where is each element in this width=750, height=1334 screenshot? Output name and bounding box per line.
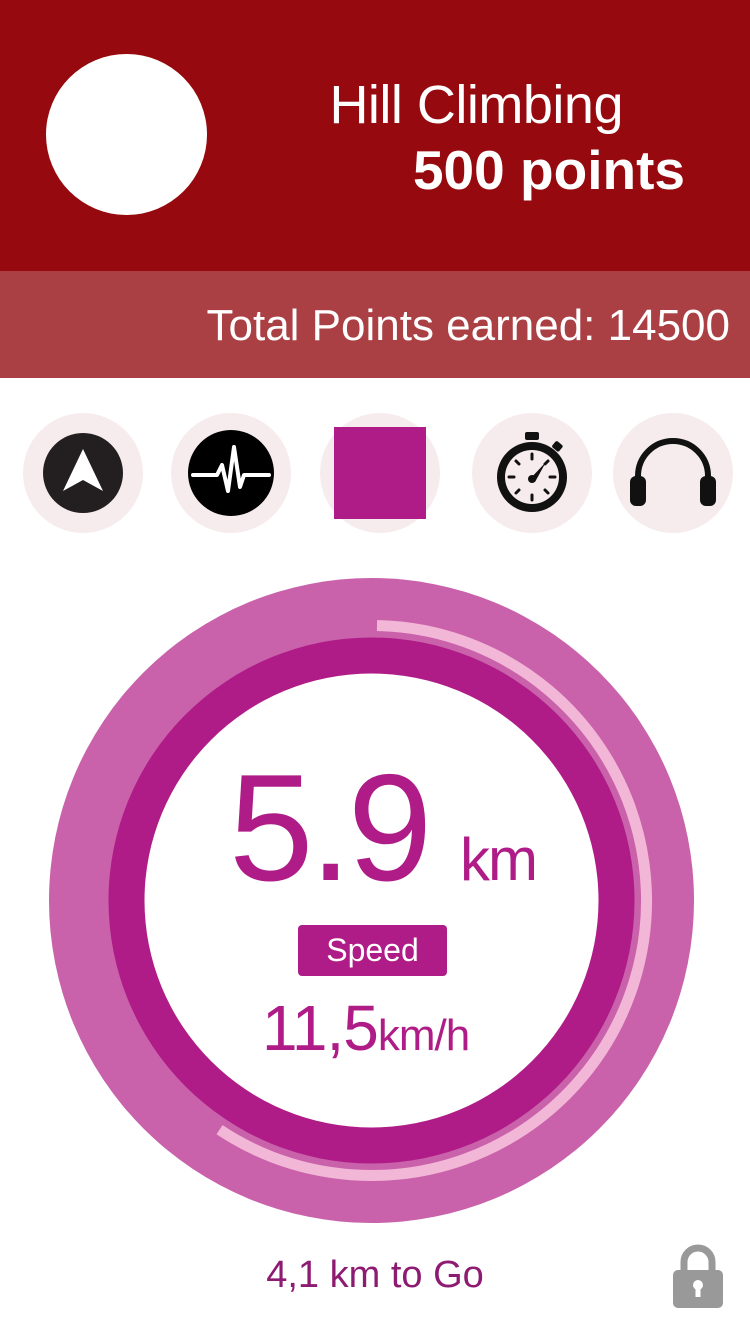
total-points-text: Total Points earned: 14500 <box>206 301 731 350</box>
heart-rate-icon <box>188 430 274 516</box>
stop-button[interactable] <box>320 413 440 533</box>
music-button[interactable] <box>613 413 733 533</box>
stopwatch-icon <box>497 432 567 512</box>
headphones-icon <box>630 438 716 506</box>
lock-icon[interactable] <box>673 1244 723 1308</box>
challenge-header: Hill Climbing 500 points <box>0 0 750 271</box>
speed-unit: km/h <box>377 1011 470 1060</box>
distance-value: 5.9 <box>229 743 432 913</box>
navigation-button[interactable] <box>23 413 143 533</box>
speed-value: 11,5 <box>262 992 379 1064</box>
speed-readout: 11,5km/h <box>262 996 470 1060</box>
speed-label: Speed <box>298 925 447 976</box>
stopwatch-button[interactable] <box>472 413 592 533</box>
heart-rate-button[interactable] <box>171 413 291 533</box>
stop-square-icon <box>334 427 426 519</box>
distance-remaining: 4,1 km to Go <box>266 1254 484 1296</box>
challenge-title: Hill Climbing <box>329 75 623 135</box>
avatar[interactable] <box>46 54 207 215</box>
navigation-arrow-icon <box>43 433 123 513</box>
challenge-points: 500 points <box>412 139 685 201</box>
distance-unit: km <box>460 826 538 893</box>
